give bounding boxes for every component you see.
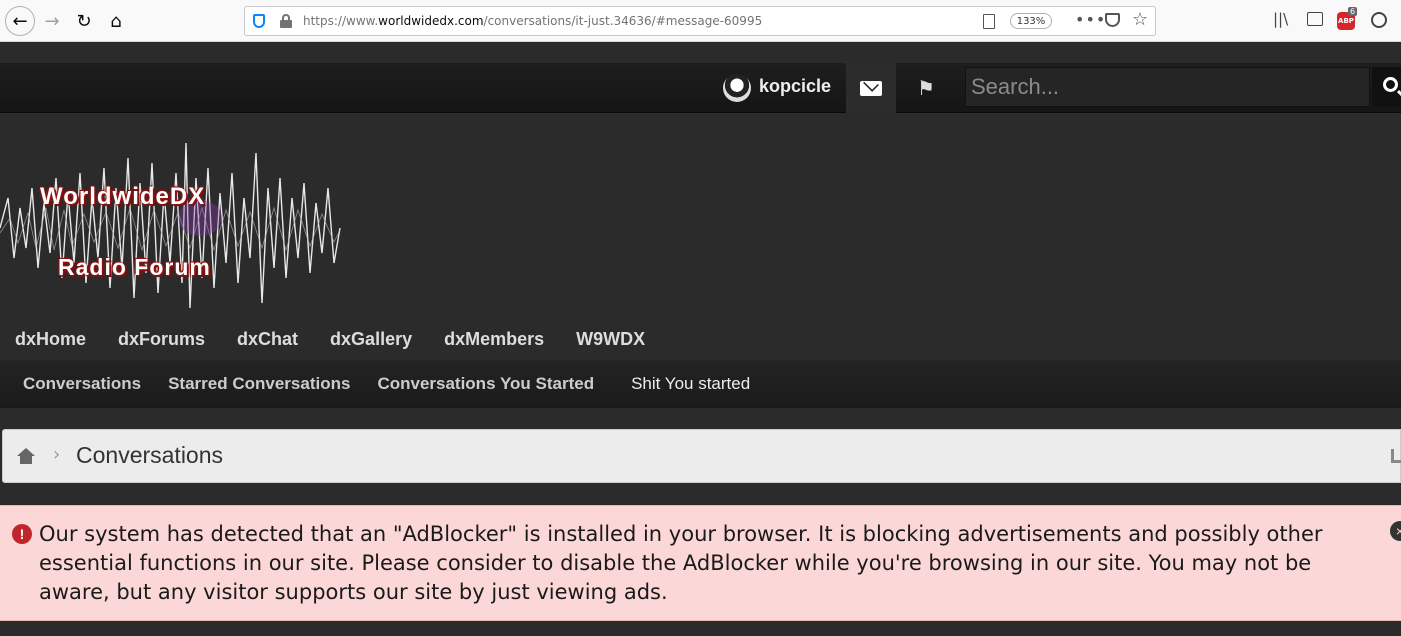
envelope-icon bbox=[860, 80, 882, 96]
url-text[interactable]: https://www.worldwidedx.com/conversation… bbox=[303, 14, 762, 28]
flag-icon: ⚑ bbox=[917, 76, 935, 100]
notice-text: Our system has detected that an "AdBlock… bbox=[39, 522, 1323, 604]
nav-tab-dxhome[interactable]: dxHome bbox=[15, 325, 86, 355]
nav-tab-dxmembers[interactable]: dxMembers bbox=[444, 325, 544, 355]
search-box bbox=[965, 67, 1370, 107]
subnav-conversations-you-started[interactable]: Conversations You Started bbox=[377, 374, 594, 394]
pocket-icon[interactable] bbox=[1105, 13, 1120, 27]
nav-tab-dxgallery[interactable]: dxGallery bbox=[330, 325, 412, 355]
back-arrow-icon: ← bbox=[12, 10, 28, 32]
page-actions-more-icon[interactable]: ••• bbox=[1075, 10, 1106, 29]
account-icon[interactable] bbox=[1371, 12, 1387, 28]
address-bar[interactable]: https://www.worldwidedx.com/conversation… bbox=[244, 6, 1156, 36]
inbox-button[interactable] bbox=[846, 63, 896, 113]
back-button[interactable]: ← bbox=[5, 6, 35, 36]
breadcrumb: › Conversations bbox=[2, 429, 1401, 483]
bookmark-star-icon[interactable]: ☆ bbox=[1132, 9, 1148, 30]
logo-title: WorldwideDX bbox=[40, 183, 206, 210]
site-topbar: kopcicle ⚑ bbox=[0, 63, 1401, 113]
library-icon[interactable]: ||\ bbox=[1273, 10, 1288, 28]
house-icon: ⌂ bbox=[110, 10, 122, 32]
error-icon: ! bbox=[12, 524, 32, 544]
lock-icon[interactable] bbox=[280, 14, 292, 28]
reader-view-icon[interactable] bbox=[983, 14, 995, 29]
avatar[interactable] bbox=[723, 74, 751, 102]
subnav-conversations[interactable]: Conversations bbox=[23, 374, 141, 394]
sub-nav: Conversations Starred Conversations Conv… bbox=[0, 360, 1401, 408]
page-title: Conversations bbox=[76, 442, 224, 468]
sidebar-toggle-icon[interactable] bbox=[1307, 12, 1323, 26]
forward-arrow-icon: → bbox=[44, 10, 60, 32]
search-input[interactable] bbox=[966, 68, 1369, 106]
forward-button[interactable]: → bbox=[38, 7, 66, 35]
adblock-notice: ! Our system has detected that an "AdBlo… bbox=[0, 505, 1401, 621]
reload-button[interactable]: ↻ bbox=[70, 7, 98, 35]
nav-tab-dxforums[interactable]: dxForums bbox=[118, 325, 205, 355]
browser-toolbar: ← → ↻ ⌂ https://www.worldwidedx.com/conv… bbox=[0, 0, 1401, 42]
search-button[interactable] bbox=[1372, 67, 1401, 107]
subnav-custom-link[interactable]: Shit You started bbox=[631, 374, 750, 394]
sitemap-icon[interactable] bbox=[1391, 449, 1401, 463]
nav-tab-w9wdx[interactable]: W9WDX bbox=[576, 325, 645, 355]
subnav-starred-conversations[interactable]: Starred Conversations bbox=[168, 374, 350, 394]
home-icon[interactable] bbox=[17, 448, 35, 464]
username-link[interactable]: kopcicle bbox=[759, 76, 831, 97]
chevron-right-icon: › bbox=[53, 444, 61, 465]
zoom-level-badge[interactable]: 133% bbox=[1010, 13, 1052, 29]
tracking-shield-icon[interactable] bbox=[253, 14, 265, 28]
main-nav: dxHome dxForums dxChat dxGallery dxMembe… bbox=[0, 325, 662, 355]
adblock-count-badge: 6 bbox=[1348, 7, 1358, 16]
close-icon[interactable]: × bbox=[1390, 521, 1401, 541]
alerts-button[interactable]: ⚑ bbox=[903, 63, 949, 113]
home-button[interactable]: ⌂ bbox=[102, 7, 130, 35]
site-logo[interactable]: WorldwideDX Radio Forum bbox=[0, 138, 342, 318]
search-icon bbox=[1383, 77, 1398, 92]
nav-tab-dxchat[interactable]: dxChat bbox=[237, 325, 298, 355]
logo-subtitle: Radio Forum bbox=[58, 254, 211, 280]
waveform-graphic bbox=[0, 142, 341, 309]
site-page: kopcicle ⚑ WorldwideDX Radio Forum dxHom… bbox=[0, 43, 1401, 636]
reload-icon: ↻ bbox=[76, 10, 92, 32]
